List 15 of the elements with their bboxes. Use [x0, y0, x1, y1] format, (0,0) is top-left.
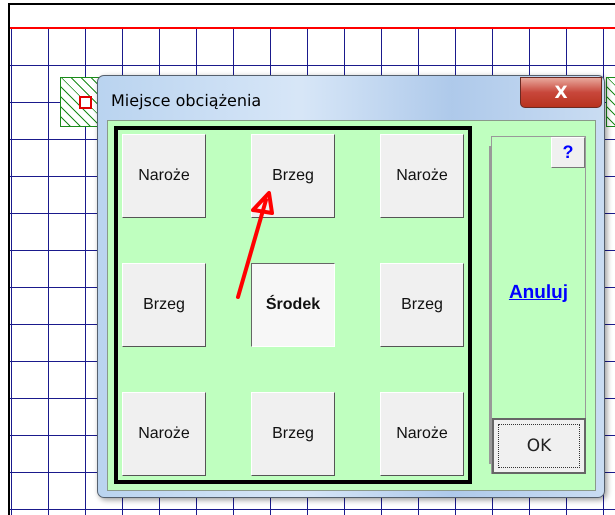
help-button[interactable]: ?: [551, 137, 585, 168]
window-title: Miejsce obciążenia: [111, 91, 262, 110]
close-button[interactable]: X: [520, 77, 602, 108]
position-button[interactable]: Brzeg: [122, 263, 206, 347]
position-button[interactable]: Naroże: [122, 134, 206, 218]
position-button[interactable]: Naroże: [122, 392, 206, 476]
position-button[interactable]: Naroże: [380, 392, 464, 476]
position-button[interactable]: Brzeg: [251, 134, 335, 218]
ok-button[interactable]: OK: [492, 418, 586, 474]
position-button[interactable]: Naroże: [380, 134, 464, 218]
position-button[interactable]: Środek: [251, 263, 335, 347]
node-marker-icon: [79, 96, 92, 109]
position-button[interactable]: Brzeg: [251, 392, 335, 476]
position-button[interactable]: Brzeg: [380, 263, 464, 347]
cancel-link[interactable]: Anuluj: [508, 282, 568, 304]
